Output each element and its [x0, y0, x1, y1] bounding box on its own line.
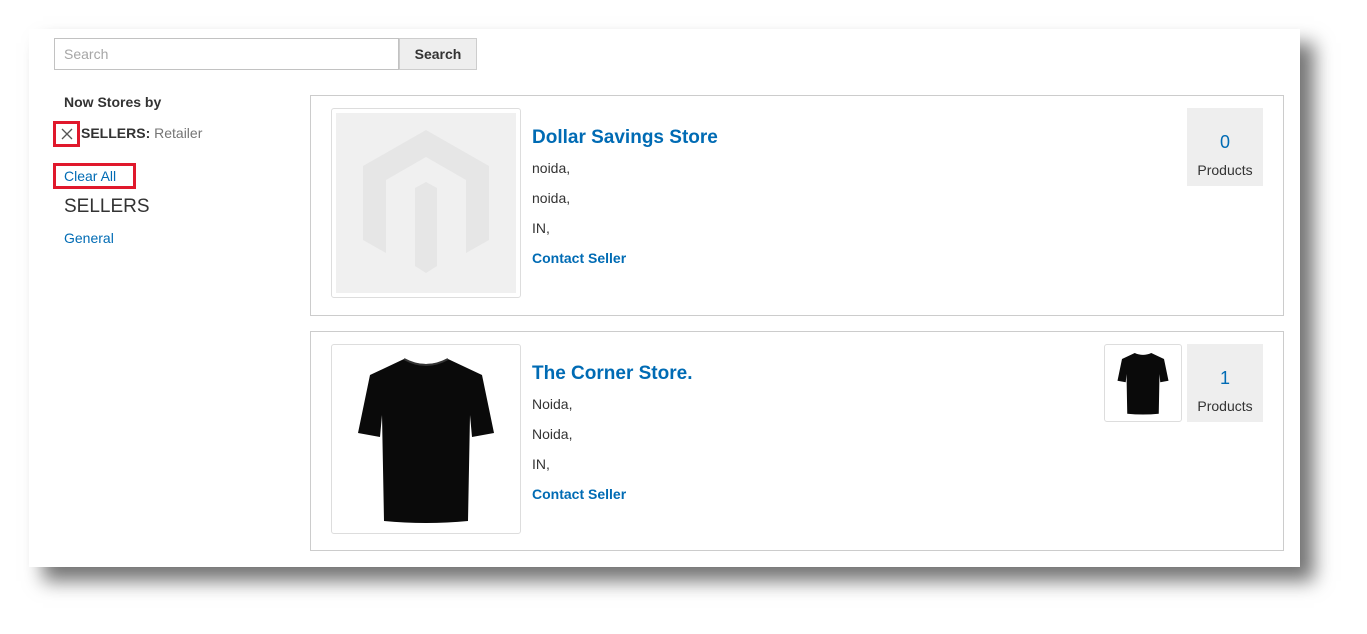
filter-state-title: Now Stores by [64, 94, 162, 110]
product-count: 1 [1219, 368, 1230, 388]
black-tshirt-thumbnail [1117, 353, 1169, 415]
address-line: IN, [532, 456, 550, 472]
product-count-box[interactable]: 1 Products [1187, 344, 1263, 422]
seller-list-panel: Search Now Stores by SELLERS: Retailer C… [29, 29, 1300, 567]
seller-logo[interactable] [331, 108, 521, 298]
black-tshirt-image [358, 358, 494, 523]
clear-all-link[interactable]: Clear All [53, 163, 136, 189]
address-line: Noida, [532, 426, 573, 442]
remove-filter-button[interactable] [53, 121, 80, 147]
contact-seller-link[interactable]: Contact Seller [532, 486, 626, 502]
product-count-box[interactable]: 0 Products [1187, 108, 1263, 186]
filter-group-heading: SELLERS [64, 196, 150, 217]
active-filter: SELLERS: Retailer [81, 125, 202, 141]
search-input[interactable] [54, 38, 399, 70]
address-line: Noida, [532, 396, 573, 412]
active-filter-value: Retailer [154, 125, 203, 141]
address-line: noida, [532, 190, 571, 206]
product-thumbnail[interactable] [1104, 344, 1182, 422]
product-count: 0 [1219, 132, 1230, 152]
search-button[interactable]: Search [399, 38, 477, 70]
store-name[interactable]: Dollar Savings Store [532, 127, 718, 149]
close-icon [61, 128, 72, 140]
products-label: Products [1197, 162, 1253, 178]
contact-seller-link[interactable]: Contact Seller [532, 250, 626, 266]
address-line: noida, [532, 160, 571, 176]
magento-placeholder-icon [336, 113, 516, 293]
seller-logo[interactable] [331, 344, 521, 534]
filter-option-general[interactable]: General [64, 230, 114, 246]
address-line: IN, [532, 220, 550, 236]
seller-card: The Corner Store. Noida, Noida, IN, Cont… [310, 331, 1284, 551]
seller-card: Dollar Savings Store noida, noida, IN, C… [310, 95, 1284, 316]
active-filter-name: SELLERS: [81, 125, 151, 141]
products-label: Products [1197, 398, 1253, 414]
store-name[interactable]: The Corner Store. [532, 363, 692, 385]
